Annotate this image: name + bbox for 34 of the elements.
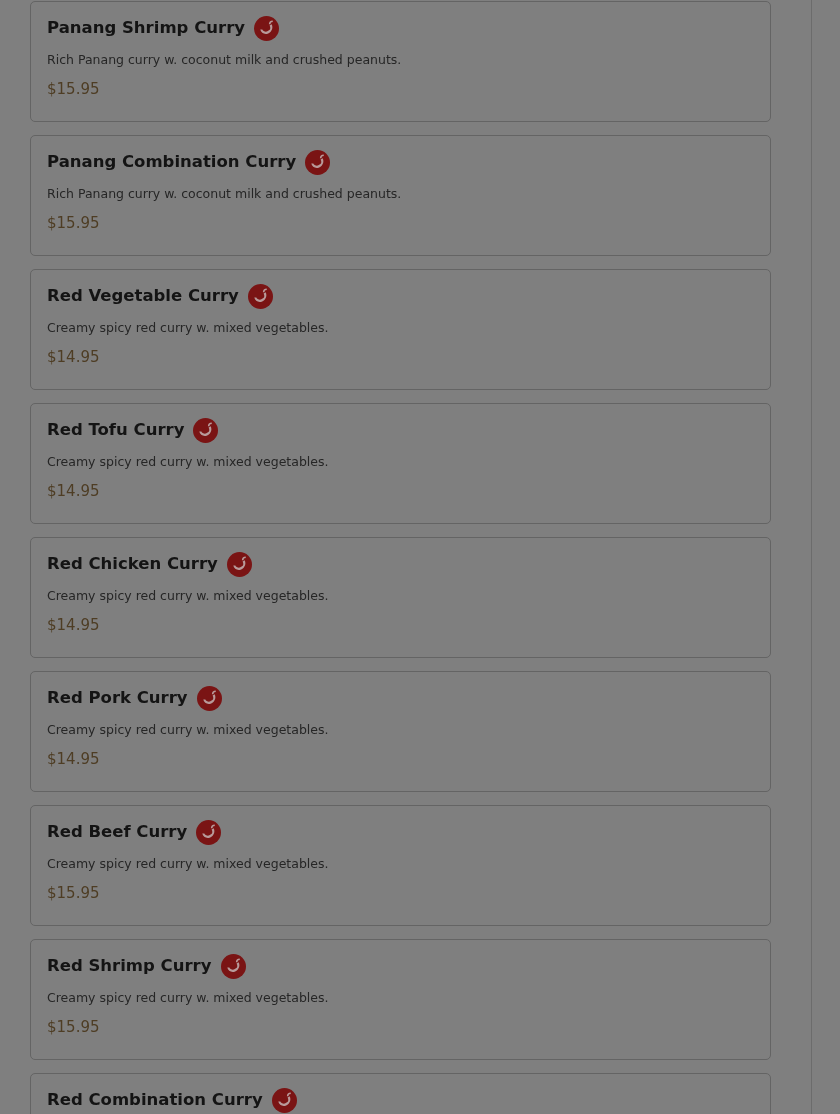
menu-item-card[interactable]: Red Chicken Curry Creamy spicy red curry w. mixed vegetables. $14.95 [30, 537, 771, 658]
menu-item-card[interactable]: Red Shrimp Curry Creamy spicy red curry w. mixed vegetables. $15.95 [30, 939, 771, 1060]
item-description: Creamy spicy red curry w. mixed vegetables. [47, 587, 330, 605]
item-description: Rich Panang curry w. coconut milk and crushed peanuts. [47, 185, 403, 203]
item-price: $15.95 [47, 882, 101, 904]
item-description: Creamy spicy red curry w. mixed vegetables. [47, 453, 330, 471]
menu-item-card[interactable]: Panang Combination Curry Rich Panang curry w. coconut milk and crushed peanuts. $15.95 [30, 135, 771, 256]
item-price: $14.95 [47, 480, 101, 502]
menu-item-card[interactable]: Red Pork Curry Creamy spicy red curry w. mixed vegetables. $14.95 [30, 671, 771, 792]
item-name: Panang Shrimp Curry [47, 18, 246, 38]
item-price: $15.95 [47, 1016, 101, 1038]
item-name: Red Pork Curry [47, 688, 188, 708]
item-price: $14.95 [47, 748, 101, 770]
item-name: Panang Combination Curry [47, 152, 297, 172]
item-name: Red Vegetable Curry [47, 286, 239, 306]
item-price: $14.95 [47, 614, 101, 636]
menu-item-card[interactable]: Red Combination Curry [30, 1073, 771, 1114]
menu-item-card[interactable]: Panang Shrimp Curry Rich Panang curry w. coconut milk and crushed peanuts. $15.95 [30, 1, 771, 122]
menu-item-card[interactable]: Red Tofu Curry Creamy spicy red curry w. mixed vegetables. $14.95 [30, 403, 771, 524]
item-price: $15.95 [47, 78, 101, 100]
item-description: Creamy spicy red curry w. mixed vegetables. [47, 319, 330, 337]
item-name: Red Tofu Curry [47, 420, 185, 440]
item-description: Creamy spicy red curry w. mixed vegetables. [47, 721, 330, 739]
item-name: Red Combination Curry [47, 1090, 263, 1110]
menu-item-card[interactable]: Red Beef Curry Creamy spicy red curry w. mixed vegetables. $15.95 [30, 805, 771, 926]
item-name: Red Beef Curry [47, 822, 188, 842]
item-name: Red Chicken Curry [47, 554, 218, 574]
item-price: $14.95 [47, 346, 101, 368]
item-name: Red Shrimp Curry [47, 956, 212, 976]
item-description: Creamy spicy red curry w. mixed vegetables. [47, 989, 330, 1007]
menu-item-card[interactable]: Red Vegetable Curry Creamy spicy red curry w. mixed vegetables. $14.95 [30, 269, 771, 390]
item-price: $15.95 [47, 212, 101, 234]
item-description: Creamy spicy red curry w. mixed vegetables. [47, 855, 330, 873]
item-description: Rich Panang curry w. coconut milk and crushed peanuts. [47, 51, 403, 69]
